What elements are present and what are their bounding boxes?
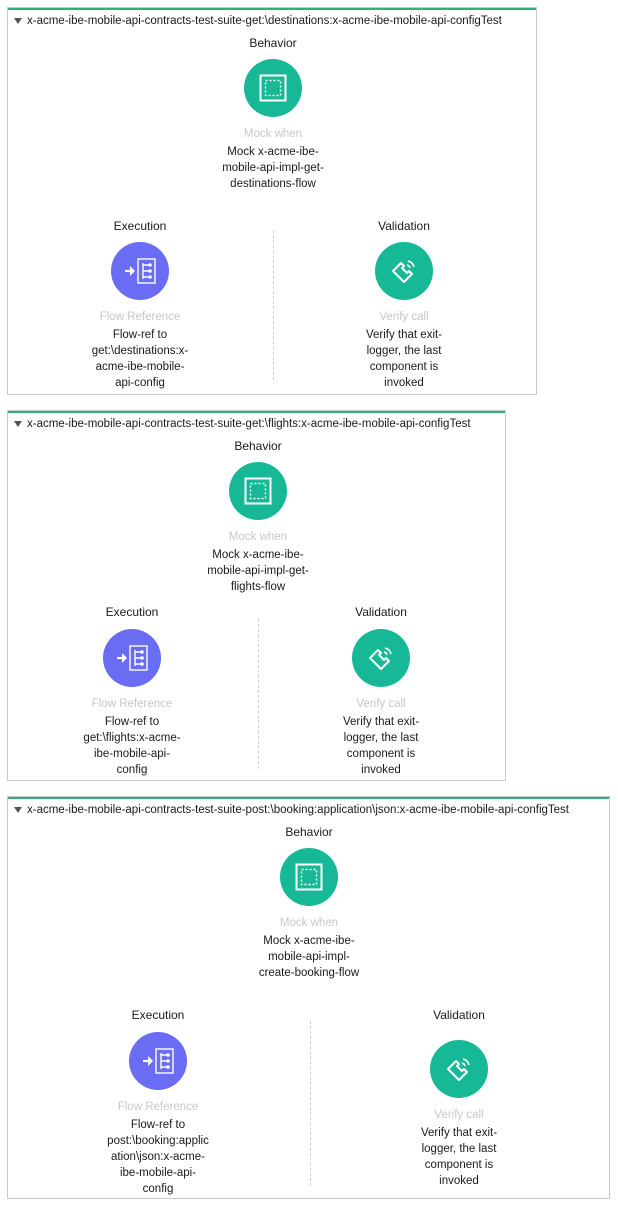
collapse-caret-icon[interactable]: [14, 18, 22, 24]
verify-call-component[interactable]: Verify call Verify that exit-logger, the…: [321, 629, 441, 778]
mock-when-component[interactable]: Mock when Mock x-acme-ibe-mobile-api-imp…: [249, 848, 369, 981]
suite-title: x-acme-ibe-mobile-api-contracts-test-sui…: [27, 15, 502, 27]
behavior-section: Behavior: [198, 439, 318, 453]
section-divider: [310, 1021, 311, 1186]
execution-label: Execution: [131, 1008, 185, 1022]
verify-call-icon: [375, 242, 433, 300]
flow-reference-component[interactable]: Flow Reference Flow-ref to post:\booking…: [98, 1032, 218, 1197]
suite-header[interactable]: x-acme-ibe-mobile-api-contracts-test-sui…: [12, 415, 471, 433]
component-description: Mock x-acme-ibe-mobile-api-impl-get-flig…: [207, 549, 309, 593]
test-suite-1: x-acme-ibe-mobile-api-contracts-test-sui…: [7, 7, 537, 395]
mock-when-icon: [229, 462, 287, 520]
validation-section: Validation: [321, 605, 441, 619]
validation-label: Validation: [355, 605, 407, 619]
execution-section: Execution: [80, 219, 200, 233]
collapse-caret-icon[interactable]: [14, 421, 22, 427]
behavior-label: Behavior: [249, 36, 297, 50]
execution-section: Execution: [98, 1008, 218, 1022]
component-type: Verify call: [356, 698, 406, 710]
verify-call-component[interactable]: Verify call Verify that exit-logger, the…: [399, 1040, 519, 1189]
mock-when-component[interactable]: Mock when Mock x-acme-ibe-mobile-api-imp…: [213, 59, 333, 192]
validation-label: Validation: [378, 219, 430, 233]
suite-title: x-acme-ibe-mobile-api-contracts-test-sui…: [27, 418, 471, 430]
collapse-caret-icon[interactable]: [14, 807, 22, 813]
component-type: Flow Reference: [91, 698, 173, 710]
component-type: Mock when: [243, 128, 303, 140]
mock-when-component[interactable]: Mock when Mock x-acme-ibe-mobile-api-imp…: [198, 462, 318, 595]
behavior-label: Behavior: [234, 439, 282, 453]
flow-reference-icon: [111, 242, 169, 300]
flow-reference-component[interactable]: Flow Reference Flow-ref to get:\destinat…: [80, 242, 200, 391]
component-type: Verify call: [434, 1109, 484, 1121]
behavior-section: Behavior: [213, 36, 333, 50]
component-description: Mock x-acme-ibe-mobile-api-impl-create-b…: [258, 935, 360, 979]
section-divider: [273, 230, 274, 380]
flow-reference-icon: [103, 629, 161, 687]
component-description: Flow-ref to get:\flights:x-acme-ibe-mobi…: [83, 716, 181, 776]
component-type: Flow Reference: [117, 1101, 199, 1113]
validation-label: Validation: [433, 1008, 485, 1022]
section-divider: [258, 619, 259, 769]
component-type: Mock when: [279, 917, 339, 929]
component-description: Verify that exit-logger, the last compon…: [365, 329, 443, 389]
suite-title: x-acme-ibe-mobile-api-contracts-test-sui…: [27, 804, 570, 816]
mock-when-icon: [280, 848, 338, 906]
component-description: Verify that exit-logger, the last compon…: [342, 716, 420, 776]
validation-section: Validation: [399, 1008, 519, 1022]
verify-call-component[interactable]: Verify call Verify that exit-logger, the…: [344, 242, 464, 391]
flow-reference-component[interactable]: Flow Reference Flow-ref to get:\flights:…: [72, 629, 192, 778]
flow-reference-icon: [129, 1032, 187, 1090]
suite-header[interactable]: x-acme-ibe-mobile-api-contracts-test-sui…: [12, 801, 569, 819]
test-suite-3: x-acme-ibe-mobile-api-contracts-test-sui…: [7, 796, 610, 1199]
component-description: Flow-ref to get:\destinations:x-acme-ibe…: [91, 329, 189, 389]
behavior-label: Behavior: [285, 825, 333, 839]
suite-header[interactable]: x-acme-ibe-mobile-api-contracts-test-sui…: [12, 12, 502, 30]
validation-section: Validation: [344, 219, 464, 233]
test-suite-2: x-acme-ibe-mobile-api-contracts-test-sui…: [7, 410, 506, 781]
component-description: Mock x-acme-ibe-mobile-api-impl-get-dest…: [222, 146, 324, 190]
component-type: Flow Reference: [99, 311, 181, 323]
component-description: Verify that exit-logger, the last compon…: [420, 1127, 498, 1187]
execution-label: Execution: [113, 219, 167, 233]
mock-when-icon: [244, 59, 302, 117]
verify-call-icon: [352, 629, 410, 687]
component-description: Flow-ref to post:\booking:application\js…: [107, 1119, 209, 1195]
execution-section: Execution: [72, 605, 192, 619]
component-type: Mock when: [228, 531, 288, 543]
execution-label: Execution: [105, 605, 159, 619]
behavior-section: Behavior: [249, 825, 369, 839]
verify-call-icon: [430, 1040, 488, 1098]
component-type: Verify call: [379, 311, 429, 323]
